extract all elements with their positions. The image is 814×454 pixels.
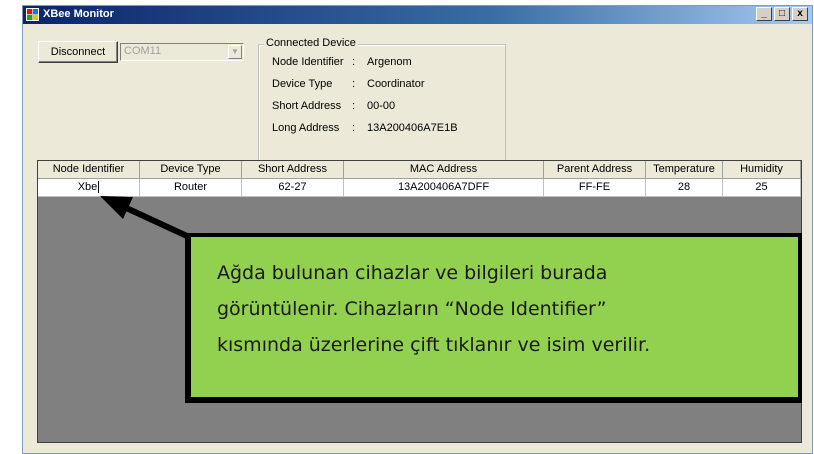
window-title: XBee Monitor: [43, 8, 114, 20]
info-row-node-identifier: Node Identifier: Argenom: [272, 56, 412, 68]
info-row-short-address: Short Address:00-00: [272, 100, 396, 112]
text-caret: [98, 181, 100, 194]
info-value: Argenom: [367, 56, 412, 68]
close-button[interactable]: x: [792, 7, 808, 21]
info-label: Long Address: [272, 122, 340, 134]
table-cell[interactable]: 62-27: [242, 179, 344, 197]
column-header[interactable]: Temperature: [646, 161, 723, 179]
table-row[interactable]: Xbe Router 62-27 13A200406A7DFF FF-FE 28…: [38, 179, 801, 197]
column-header[interactable]: MAC Address: [344, 161, 544, 179]
table-cell-node-identifier[interactable]: Xbe: [38, 179, 140, 197]
info-label: Node Identifier: [272, 56, 344, 68]
table-cell[interactable]: FF-FE: [544, 179, 646, 197]
table-cell[interactable]: Router: [140, 179, 242, 197]
table-cell[interactable]: 25: [723, 179, 801, 197]
info-label: Device Type: [272, 78, 333, 90]
callout-line: Ağda bulunan cihazlar ve bilgileri burad…: [217, 262, 608, 284]
column-header[interactable]: Device Type: [140, 161, 242, 179]
info-row-long-address: Long Address:13A200406A7E1B: [272, 122, 458, 134]
info-row-device-type: Device Type: Coordinator: [272, 78, 425, 90]
connected-device-group: Connected Device Node Identifier: Argenom…: [258, 37, 506, 170]
disconnect-button[interactable]: Disconnect: [38, 41, 118, 63]
com-port-select[interactable]: COM11 ▼: [120, 43, 244, 61]
info-value: 00-00: [367, 100, 396, 112]
column-header[interactable]: Short Address: [242, 161, 344, 179]
title-bar[interactable]: XBee Monitor _ □ x: [23, 6, 812, 24]
info-value: 13A200406A7E1B: [367, 122, 458, 134]
table-cell[interactable]: 28: [646, 179, 723, 197]
grid-header: Node Identifier Device Type Short Addres…: [38, 161, 801, 179]
connected-device-legend: Connected Device: [264, 37, 358, 49]
minimize-button[interactable]: _: [756, 7, 772, 21]
info-label: Short Address: [272, 100, 342, 112]
callout-box: Ağda bulunan cihazlar ve bilgileri burad…: [185, 233, 802, 403]
callout-line: kısmında üzerlerine çift tıklanır ve isi…: [217, 334, 651, 356]
chevron-down-icon[interactable]: ▼: [228, 45, 242, 59]
column-header[interactable]: Node Identifier: [38, 161, 140, 179]
column-header[interactable]: Humidity: [723, 161, 801, 179]
table-cell[interactable]: 13A200406A7DFF: [344, 179, 544, 197]
info-value: Coordinator: [367, 78, 425, 90]
column-header[interactable]: Parent Address: [544, 161, 646, 179]
callout-line: görüntülenir. Cihazların “Node Identifie…: [217, 298, 607, 320]
maximize-button[interactable]: □: [774, 7, 790, 21]
com-port-value: COM11: [124, 45, 162, 57]
app-icon: [26, 8, 39, 21]
